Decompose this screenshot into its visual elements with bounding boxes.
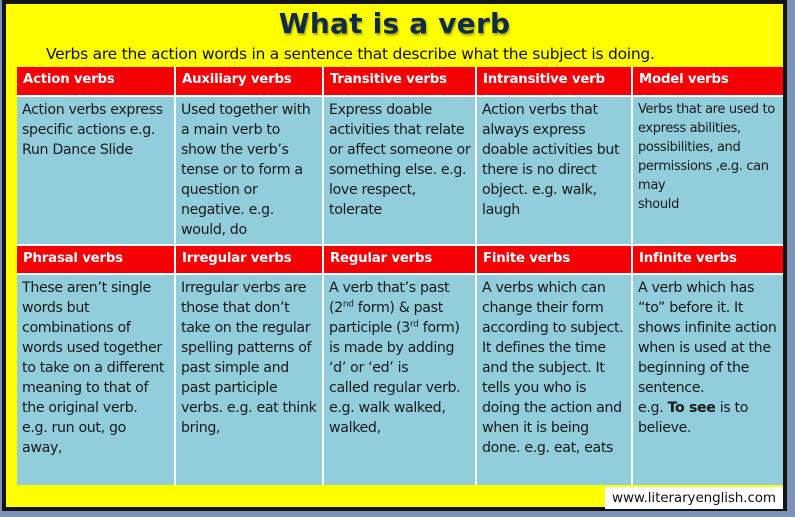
- model-text-3: should: [638, 197, 679, 212]
- phrasal-text-1: These aren’t single words but combinatio…: [22, 280, 165, 416]
- model-text-1: Verbs that are used to express abilities…: [638, 102, 775, 174]
- desc-transitive-verbs: Express doable activities that relate or…: [322, 95, 477, 246]
- desc-auxiliary-verbs: Used together with a main verb to show t…: [174, 95, 324, 246]
- slide-frame: What is a verb Verbs are the action word…: [2, 0, 787, 511]
- header-irregular-verbs: Irregular verbs: [174, 244, 324, 275]
- desc-phrasal-verbs: These aren’t single words but combinatio…: [17, 273, 176, 485]
- header-infinite-verbs: Infinite verbs: [631, 244, 783, 275]
- desc-model-verbs: Verbs that are used to express abilities…: [631, 95, 783, 246]
- page-title: What is a verb: [278, 7, 511, 40]
- header-action-verbs: Action verbs: [17, 67, 176, 97]
- desc-action-verbs: Action verbs express specific actions e.…: [17, 95, 176, 246]
- header-row: Phrasal verbs Irregular verbs Regular ve…: [17, 244, 783, 275]
- website-watermark: www.literaryenglish.com: [605, 487, 783, 509]
- header-intransitive-verb: Intransitive verb: [475, 67, 633, 97]
- infinite-text-1: A verb which has “to” before it. It show…: [638, 280, 777, 396]
- phrasal-text-2: e.g. run out, go away,: [22, 420, 126, 456]
- header-row: Action verbs Auxiliary verbs Transitive …: [17, 67, 783, 97]
- desc-irregular-verbs: Irregular verbs are those that don’t tak…: [174, 273, 324, 485]
- regular-sup-1: nd: [342, 299, 354, 310]
- header-transitive-verbs: Transitive verbs: [322, 67, 477, 97]
- infinite-text-2: e.g.: [638, 400, 668, 416]
- regular-text-4: called regular verb. e.g. walk walked, w…: [329, 380, 461, 436]
- header-model-verbs: Model verbs: [631, 67, 783, 97]
- subtitle: Verbs are the action words in a sentence…: [46, 45, 655, 63]
- regular-sup-2: rd: [409, 319, 419, 330]
- header-phrasal-verbs: Phrasal verbs: [17, 244, 176, 275]
- header-auxiliary-verbs: Auxiliary verbs: [174, 67, 324, 97]
- header-regular-verbs: Regular verbs: [322, 244, 477, 275]
- header-finite-verbs: Finite verbs: [475, 244, 633, 275]
- desc-intransitive-verb: Action verbs that always express doable …: [475, 95, 633, 246]
- desc-regular-verbs: A verb that’s past (2nd form) & past par…: [322, 273, 477, 485]
- description-row: These aren’t single words but combinatio…: [17, 273, 783, 485]
- verb-types-table: Action verbs Auxiliary verbs Transitive …: [17, 67, 783, 485]
- desc-finite-verbs: A verbs which can change their form acco…: [475, 273, 633, 485]
- desc-infinite-verbs: A verb which has “to” before it. It show…: [631, 273, 783, 485]
- description-row: Action verbs express specific actions e.…: [17, 95, 783, 246]
- model-text-2: may: [638, 178, 666, 193]
- infinite-bold-example: To see: [667, 400, 716, 416]
